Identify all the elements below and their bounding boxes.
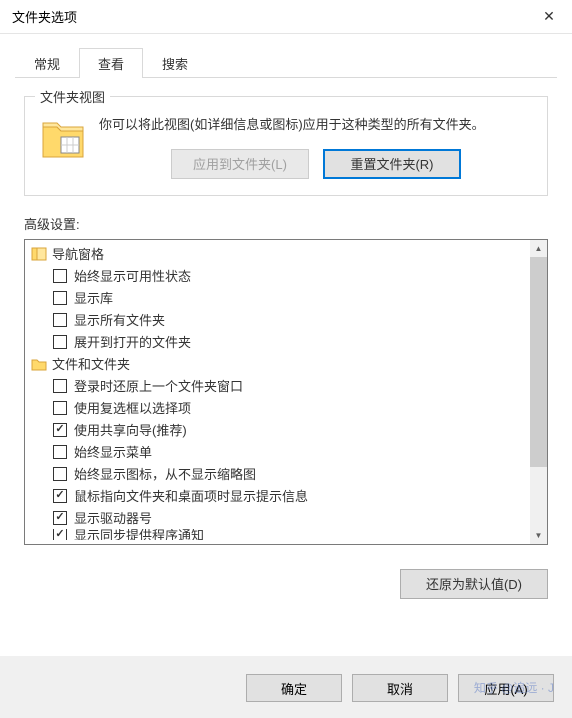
tree-item-availability[interactable]: 始终显示可用性状态 <box>27 265 528 287</box>
nav-pane-icon <box>31 246 47 262</box>
close-button[interactable]: ✕ <box>526 0 572 34</box>
tree-item-expand[interactable]: 展开到打开的文件夹 <box>27 331 528 353</box>
scroll-up-button[interactable]: ▲ <box>530 240 547 257</box>
tab-search[interactable]: 搜索 <box>143 48 207 78</box>
checkbox-tooltips[interactable] <box>53 489 67 503</box>
tree-item-menus[interactable]: 始终显示菜单 <box>27 441 528 463</box>
tree-files-folders[interactable]: 文件和文件夹 <box>27 353 528 375</box>
checkbox-expand[interactable] <box>53 335 67 349</box>
listbox-scrollbar[interactable]: ▲ ▼ <box>530 240 547 544</box>
advanced-settings-label: 高级设置: <box>24 214 548 233</box>
tree-item-sharing[interactable]: 使用共享向导(推荐) <box>27 419 528 441</box>
label-drives: 显示驱动器号 <box>74 508 152 527</box>
apply-button[interactable]: 应用(A) <box>458 674 554 702</box>
tree-nav-pane[interactable]: 导航窗格 <box>27 243 528 265</box>
ok-button[interactable]: 确定 <box>246 674 342 702</box>
checkbox-partial[interactable] <box>53 529 67 540</box>
checkbox-all-folders[interactable] <box>53 313 67 327</box>
folder-views-description: 你可以将此视图(如详细信息或图标)应用于这种类型的所有文件夹。 <box>99 115 533 135</box>
checkbox-sharing[interactable] <box>53 423 67 437</box>
checkbox-use-checkboxes[interactable] <box>53 401 67 415</box>
tree-item-partial[interactable]: 显示同步提供程序通知 <box>27 529 528 540</box>
folder-views-body: 你可以将此视图(如详细信息或图标)应用于这种类型的所有文件夹。 应用到文件夹(L… <box>39 115 533 179</box>
label-sharing: 使用共享向导(推荐) <box>74 420 187 439</box>
tree-item-all-folders[interactable]: 显示所有文件夹 <box>27 309 528 331</box>
folder-views-buttons: 应用到文件夹(L) 重置文件夹(R) <box>99 149 533 179</box>
restore-defaults-row: 还原为默认值(D) <box>0 555 572 599</box>
scroll-down-button[interactable]: ▼ <box>530 527 547 544</box>
tab-strip: 常规 查看 搜索 <box>0 34 572 78</box>
label-menus: 始终显示菜单 <box>74 442 152 461</box>
label-expand: 展开到打开的文件夹 <box>74 332 191 351</box>
tab-view[interactable]: 查看 <box>79 48 143 78</box>
cancel-button[interactable]: 取消 <box>352 674 448 702</box>
folder-icon <box>39 115 87 163</box>
checkbox-restore[interactable] <box>53 379 67 393</box>
advanced-settings-content: 导航窗格 始终显示可用性状态 显示库 显示所有文件夹 展开到打开的文件夹 <box>25 240 530 544</box>
titlebar: 文件夹选项 ✕ <box>0 0 572 34</box>
label-libraries: 显示库 <box>74 288 113 307</box>
scroll-thumb[interactable] <box>530 257 547 468</box>
label-availability: 始终显示可用性状态 <box>74 266 191 285</box>
checkbox-drives[interactable] <box>53 511 67 525</box>
label-tooltips: 鼠标指向文件夹和桌面项时显示提示信息 <box>74 486 308 505</box>
apply-to-folders-label: 应用到文件夹(L) <box>193 154 287 173</box>
tree-item-drives[interactable]: 显示驱动器号 <box>27 507 528 529</box>
checkbox-availability[interactable] <box>53 269 67 283</box>
window-title: 文件夹选项 <box>12 7 526 26</box>
restore-defaults-button[interactable]: 还原为默认值(D) <box>400 569 548 599</box>
reset-folders-label: 重置文件夹(R) <box>350 154 433 173</box>
advanced-settings-listbox: 导航窗格 始终显示可用性状态 显示库 显示所有文件夹 展开到打开的文件夹 <box>24 239 548 545</box>
tab-general[interactable]: 常规 <box>15 48 79 78</box>
label-icons: 始终显示图标，从不显示缩略图 <box>74 464 256 483</box>
tree-item-tooltips[interactable]: 鼠标指向文件夹和桌面项时显示提示信息 <box>27 485 528 507</box>
checkbox-icons[interactable] <box>53 467 67 481</box>
checkbox-libraries[interactable] <box>53 291 67 305</box>
folder-views-title: 文件夹视图 <box>35 87 110 106</box>
files-folders-icon <box>31 356 47 372</box>
folder-views-right: 你可以将此视图(如详细信息或图标)应用于这种类型的所有文件夹。 应用到文件夹(L… <box>99 115 533 179</box>
apply-to-folders-button: 应用到文件夹(L) <box>171 149 309 179</box>
restore-defaults-label: 还原为默认值(D) <box>426 574 522 593</box>
tree-item-restore[interactable]: 登录时还原上一个文件夹窗口 <box>27 375 528 397</box>
tree-item-checkboxes[interactable]: 使用复选框以选择项 <box>27 397 528 419</box>
label-use-checkboxes: 使用复选框以选择项 <box>74 398 191 417</box>
tree-nav-pane-label: 导航窗格 <box>52 244 104 263</box>
label-partial: 显示同步提供程序通知 <box>74 529 204 540</box>
scroll-track[interactable] <box>530 257 547 527</box>
tree-item-icons[interactable]: 始终显示图标，从不显示缩略图 <box>27 463 528 485</box>
tree-files-folders-label: 文件和文件夹 <box>52 354 130 373</box>
label-restore: 登录时还原上一个文件夹窗口 <box>74 376 243 395</box>
dialog-button-row: 确定 取消 应用(A) 知乎 @追远 · J <box>0 656 572 718</box>
tree-item-libraries[interactable]: 显示库 <box>27 287 528 309</box>
reset-folders-button[interactable]: 重置文件夹(R) <box>323 149 461 179</box>
label-all-folders: 显示所有文件夹 <box>74 310 165 329</box>
tab-content: 文件夹视图 你可以将此视图(如详细信息或图标)应用于这种类型的所有文件夹。 应用… <box>0 78 572 555</box>
folder-views-group: 文件夹视图 你可以将此视图(如详细信息或图标)应用于这种类型的所有文件夹。 应用… <box>24 96 548 196</box>
checkbox-menus[interactable] <box>53 445 67 459</box>
